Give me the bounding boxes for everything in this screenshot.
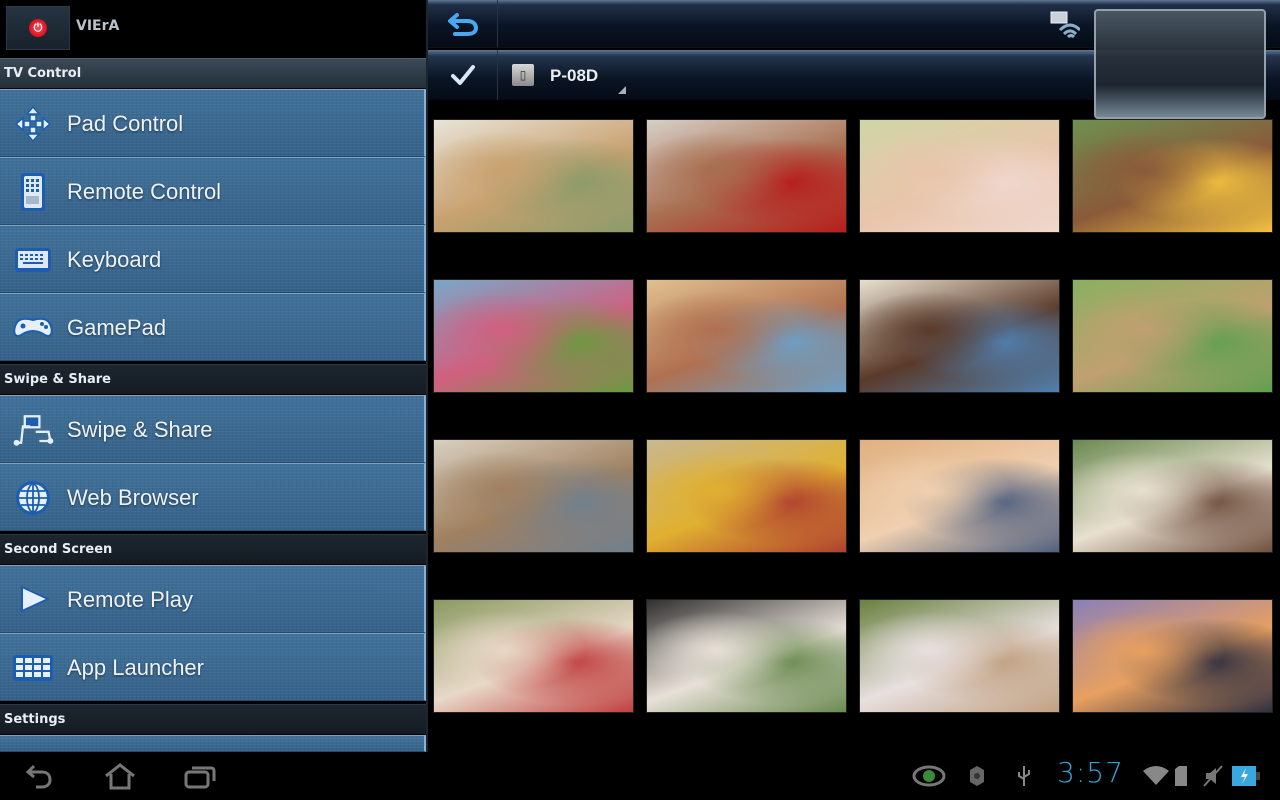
photo-thumbnail[interactable]	[859, 279, 1060, 393]
menu-item-remote-control[interactable]: Remote Control	[0, 157, 426, 225]
swipe-share-icon	[12, 410, 54, 450]
nav-back-button[interactable]	[20, 762, 60, 792]
section-header-second-screen: Second Screen	[0, 534, 426, 564]
globe-icon	[12, 478, 54, 518]
sidebar: ⏻ VIErA TV Control Pad Control Remote Co…	[0, 0, 428, 752]
photo-thumbnail[interactable]	[646, 439, 847, 553]
usb-icon	[1016, 760, 1032, 792]
menu-item-label: Web Browser	[67, 485, 199, 510]
gamepad-icon	[12, 308, 54, 348]
power-icon: ⏻	[29, 19, 47, 37]
photo-thumbnail[interactable]	[646, 599, 847, 713]
device-label: P-08D	[550, 66, 599, 85]
nav-home-button[interactable]	[100, 762, 140, 792]
menu-item-label: Remote Control	[67, 179, 222, 204]
sim-icon	[1174, 760, 1188, 792]
section-header-settings: Settings	[0, 704, 426, 734]
menu-item-settings-partial[interactable]	[0, 735, 426, 752]
nav-back-icon	[25, 764, 52, 789]
dpad-icon	[12, 104, 54, 144]
photo-thumbnail[interactable]	[433, 279, 634, 393]
system-navbar: 3:57	[0, 752, 1280, 800]
photo-thumbnail[interactable]	[646, 119, 847, 233]
menu-item-label: Remote Play	[67, 587, 193, 612]
battery-charging-icon	[1232, 760, 1262, 792]
nav-recents-icon	[184, 766, 216, 789]
mute-icon	[1202, 760, 1224, 792]
wifi-icon	[1142, 760, 1170, 792]
checkmark-icon	[450, 65, 475, 85]
nav-home-icon	[105, 763, 135, 790]
menu-item-gamepad[interactable]: GamePad	[0, 293, 426, 361]
menu-item-label: App Launcher	[67, 655, 204, 680]
keyboard-icon	[12, 240, 54, 280]
photo-thumbnail[interactable]	[433, 439, 634, 553]
menu-item-swipe-share[interactable]: Swipe & Share	[0, 395, 426, 463]
back-button[interactable]	[428, 0, 498, 47]
menu-item-label: Pad Control	[67, 111, 184, 136]
photo-thumbnail[interactable]	[433, 119, 634, 233]
menu-item-label: Keyboard	[67, 247, 162, 272]
photo-thumbnail[interactable]	[1072, 599, 1273, 713]
photo-thumbnail[interactable]	[1072, 119, 1273, 233]
power-button[interactable]: ⏻	[6, 6, 70, 50]
dropdown-corner-icon	[618, 86, 626, 94]
menu-item-keyboard[interactable]: Keyboard	[0, 225, 426, 293]
nav-recents-button[interactable]	[180, 762, 220, 792]
menu-item-remote-play[interactable]: Remote Play	[0, 565, 426, 633]
apps-grid-icon	[12, 648, 54, 688]
photo-thumbnail[interactable]	[1072, 279, 1273, 393]
photo-thumbnail[interactable]	[859, 119, 1060, 233]
menu-item-label: GamePad	[67, 315, 167, 340]
photo-grid	[428, 100, 1280, 752]
section-header-tv-control: TV Control	[0, 58, 426, 88]
screen-cast-icon[interactable]	[1050, 10, 1082, 40]
menu-item-pad-control[interactable]: Pad Control	[0, 89, 426, 157]
menu-item-web-browser[interactable]: Web Browser	[0, 463, 426, 531]
device-icon: ▯	[512, 64, 534, 86]
app-title: VIErA	[76, 18, 120, 34]
photo-thumbnail[interactable]	[433, 599, 634, 713]
viera-remote-app: ⏻ VIErA TV Control Pad Control Remote Co…	[0, 0, 1280, 800]
photo-thumbnail[interactable]	[859, 439, 1060, 553]
menu-item-app-launcher[interactable]: App Launcher	[0, 633, 426, 701]
remote-icon	[12, 172, 54, 212]
device-selector[interactable]: ▯ P-08D	[506, 58, 626, 96]
photo-thumbnail[interactable]	[1072, 439, 1273, 553]
app-header: ⏻ VIErA	[0, 0, 426, 56]
photo-thumbnail[interactable]	[646, 279, 847, 393]
back-arrow-icon	[447, 12, 478, 36]
section-header-swipe-share: Swipe & Share	[0, 364, 426, 394]
photo-thumbnail[interactable]	[859, 599, 1060, 713]
android-debug-icon	[966, 760, 988, 792]
menu-item-label: Swipe & Share	[67, 417, 213, 442]
sync-icon	[912, 760, 946, 792]
select-button[interactable]	[428, 50, 498, 100]
play-icon	[12, 580, 54, 620]
tv-preview-panel[interactable]	[1094, 9, 1266, 119]
status-clock: 3:57	[1057, 756, 1124, 789]
